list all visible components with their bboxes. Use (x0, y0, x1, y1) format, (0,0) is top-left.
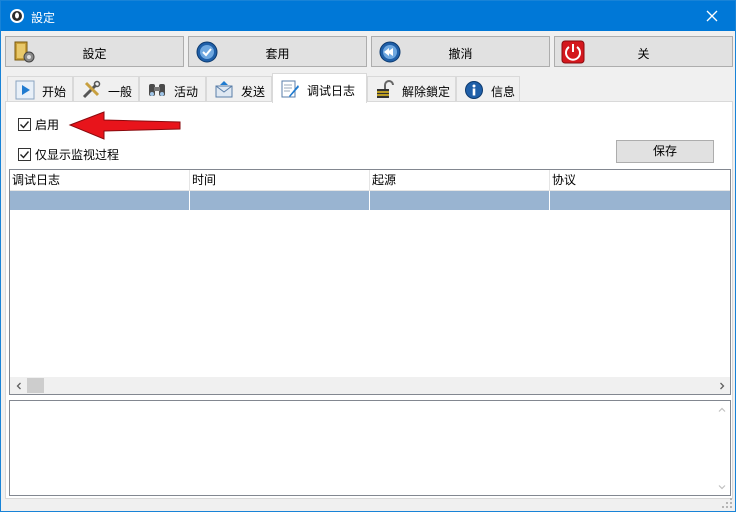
enable-label: 启用 (35, 118, 60, 132)
table-cell[interactable] (550, 191, 730, 210)
scroll-up-button[interactable] (713, 401, 730, 418)
settings-button[interactable]: 設定 (5, 36, 184, 67)
scroll-right-button[interactable] (713, 377, 730, 394)
table-cell[interactable] (370, 191, 550, 210)
enable-checkbox[interactable]: 启用 (18, 116, 59, 133)
title-bar[interactable]: 設定 (1, 1, 735, 31)
tab-info-label: 信息 (491, 85, 516, 99)
scroll-thumb[interactable] (27, 378, 44, 393)
tab-start-label: 开始 (42, 85, 67, 99)
chevron-up-icon (718, 407, 725, 412)
window-title: 設定 (31, 11, 56, 25)
enable-checkbox-box[interactable] (18, 118, 31, 131)
vertical-scrollbar[interactable] (713, 401, 730, 495)
binoculars-icon (149, 84, 165, 96)
log-output-textarea[interactable] (9, 400, 731, 496)
table-cell[interactable] (10, 191, 190, 210)
settings-button-label: 設定 (82, 47, 107, 61)
monitor-only-checkbox-box[interactable] (18, 148, 31, 161)
close-app-button[interactable]: 关 (554, 36, 733, 67)
tab-unlock-label: 解除鎖定 (402, 85, 451, 99)
scroll-left-button[interactable] (10, 377, 27, 394)
column-header-debug-log[interactable]: 调试日志 (10, 170, 190, 191)
settings-window: 設定 設定 套用 撤消 关 开始 一般 活动 发送 调试日志 解除鎖定 信息 启… (0, 0, 736, 512)
apply-button[interactable]: 套用 (188, 36, 367, 67)
tab-start[interactable]: 开始 (7, 76, 73, 102)
monitor-only-checkbox[interactable]: 仅显示监视过程 (18, 146, 119, 163)
tab-unlock[interactable]: 解除鎖定 (367, 76, 456, 102)
monitor-only-label: 仅显示监视过程 (35, 148, 120, 162)
play-icon (15, 80, 35, 100)
tab-send[interactable]: 发送 (206, 76, 272, 102)
red-arrow-icon (68, 111, 181, 140)
chevron-down-icon (718, 484, 725, 489)
tab-debug-log[interactable]: 调试日志 (272, 73, 367, 103)
tab-general-label: 一般 (108, 85, 133, 99)
unlock-icon (377, 80, 394, 98)
horizontal-scrollbar[interactable] (10, 377, 730, 394)
check-icon (20, 151, 30, 159)
scroll-down-button[interactable] (713, 478, 730, 495)
tab-activity-label: 活动 (174, 85, 199, 99)
tools-icon (82, 80, 101, 99)
tab-info[interactable]: 信息 (456, 76, 520, 102)
close-icon (706, 10, 718, 22)
debug-log-table[interactable]: 调试日志 时间 起源 协议 (9, 169, 731, 395)
chevron-left-icon (16, 382, 21, 389)
tab-activity[interactable]: 活动 (139, 76, 206, 102)
undo-button[interactable]: 撤消 (371, 36, 550, 67)
check-icon (20, 121, 30, 129)
column-header-protocol[interactable]: 协议 (550, 170, 730, 191)
debug-log-panel: 启用 仅显示监视过程 保存 调试日志 时间 起源 协议 (5, 101, 733, 499)
column-header-source[interactable]: 起源 (370, 170, 550, 191)
save-button[interactable]: 保存 (616, 140, 714, 163)
close-app-button-label: 关 (637, 47, 650, 61)
apply-button-label: 套用 (265, 47, 290, 61)
notepad-pen-icon (281, 80, 299, 98)
info-icon (465, 81, 483, 99)
chevron-right-icon (719, 382, 724, 389)
undo-button-label: 撤消 (448, 47, 473, 61)
table-cell[interactable] (190, 191, 370, 210)
app-icon (10, 9, 24, 23)
resize-grip-icon[interactable] (721, 497, 733, 509)
tab-send-label: 发送 (241, 85, 266, 99)
tab-debug-log-label: 调试日志 (307, 84, 356, 98)
send-icon (215, 81, 233, 98)
tab-general[interactable]: 一般 (73, 76, 139, 102)
column-header-time[interactable]: 时间 (190, 170, 370, 191)
close-button[interactable] (689, 1, 735, 31)
